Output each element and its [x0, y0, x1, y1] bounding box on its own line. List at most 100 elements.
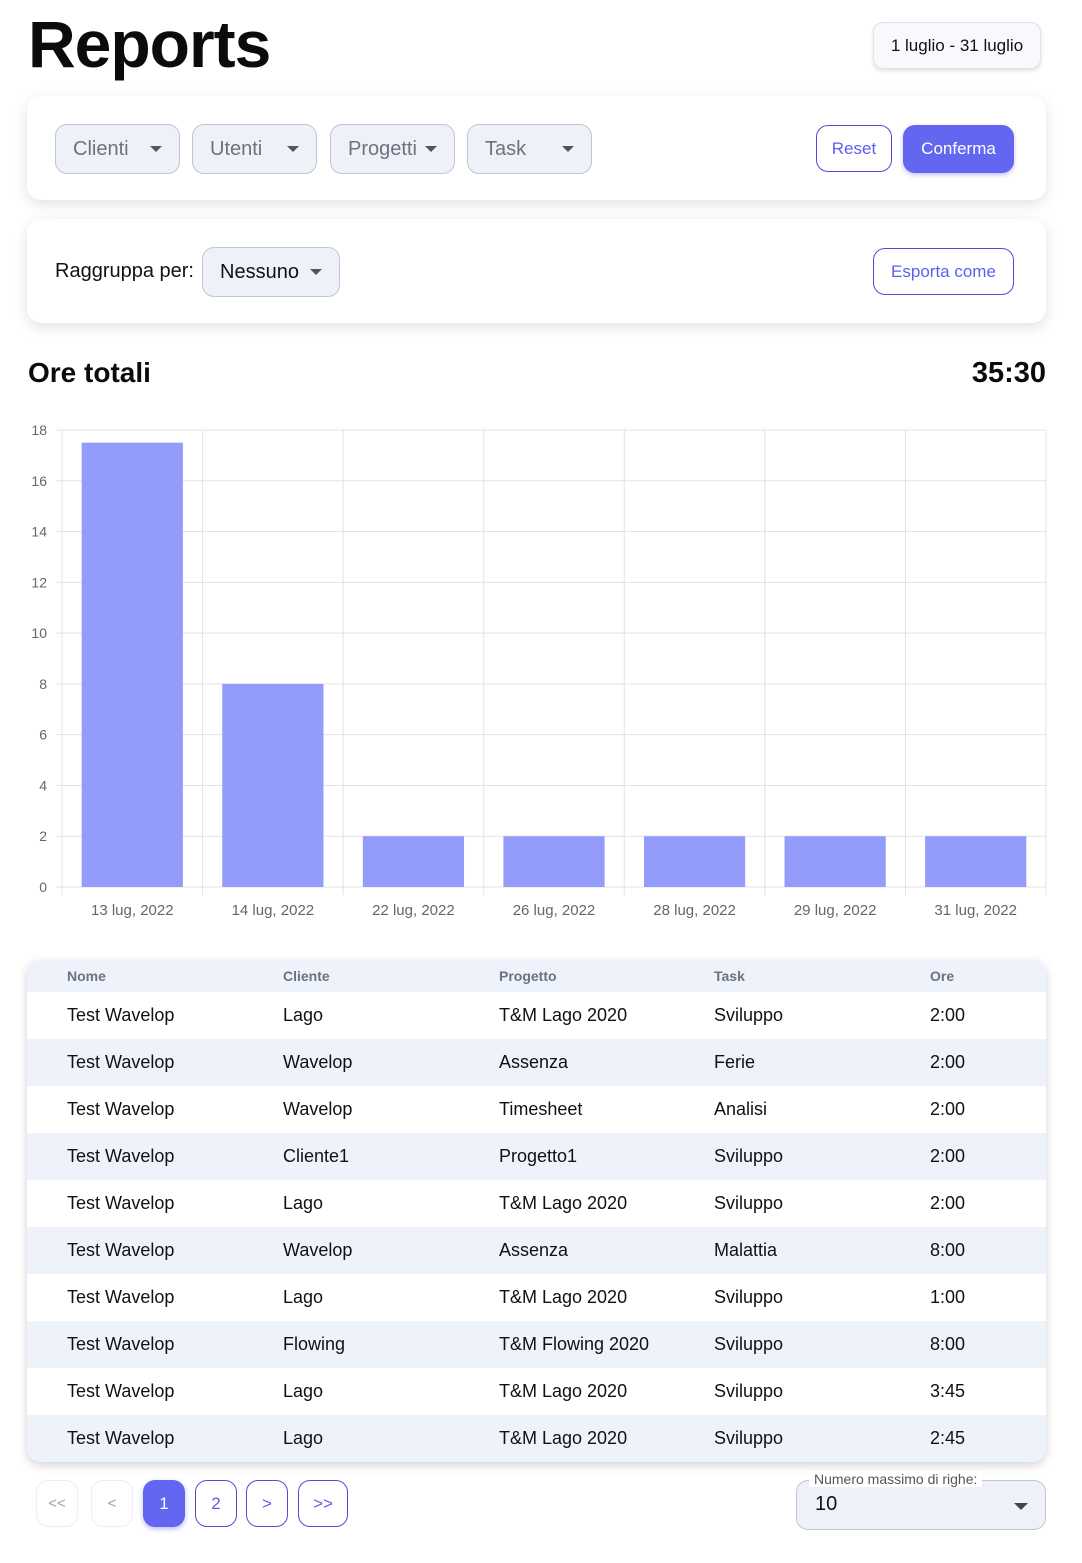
- filters-card: Clienti Utenti Progetti Task Reset Confe…: [27, 96, 1046, 200]
- group-by-value: Nessuno: [220, 260, 299, 283]
- cell-project: T&M Lago 2020: [499, 1381, 628, 1401]
- x-tick-label: 28 lug, 2022: [653, 902, 736, 919]
- cell-name: Test Wavelop: [67, 1287, 175, 1307]
- confirm-button[interactable]: Conferma: [903, 125, 1014, 173]
- cell-hours: 2:45: [930, 1428, 966, 1448]
- cell-name: Test Wavelop: [67, 1381, 175, 1401]
- column-header-name: Nome: [67, 968, 106, 984]
- x-tick-label: 31 lug, 2022: [934, 902, 1017, 919]
- cell-hours: 3:45: [930, 1381, 966, 1401]
- total-hours-value: 35:30: [971, 357, 1046, 389]
- cell-hours: 1:00: [930, 1287, 966, 1307]
- y-tick-label: 6: [39, 727, 47, 743]
- projects-dropdown-label: Progetti: [348, 137, 417, 160]
- x-tick-label: 14 lug, 2022: [232, 902, 315, 919]
- last-page-button[interactable]: >>: [298, 1480, 348, 1527]
- first-page-button[interactable]: <<: [36, 1480, 78, 1527]
- cell-project: Assenza: [499, 1052, 569, 1072]
- column-header-task: Task: [714, 968, 745, 984]
- chart-bar: [503, 836, 605, 887]
- cell-task: Sviluppo: [714, 1287, 784, 1307]
- chart-bar: [222, 683, 324, 887]
- task-dropdown-label: Task: [485, 137, 527, 160]
- cell-task: Sviluppo: [714, 1146, 784, 1166]
- hours-bar-chart: 0 2 4 6 8 10 12 14 16 18 13 lug, 2022 14 lug, 2022 2…: [31, 422, 1047, 919]
- cell-hours: 2:00: [930, 1099, 966, 1119]
- y-tick-label: 2: [39, 828, 47, 844]
- y-tick-label: 10: [31, 625, 47, 641]
- table-row: Test Wavelop Lago T&M Lago 2020 Sviluppo 2:0…: [27, 1180, 1046, 1227]
- table-row: Test Wavelop Wavelop Assenza Malattia 8:00: [27, 1227, 1046, 1274]
- y-tick-label: 18: [31, 422, 47, 438]
- x-tick-label: 29 lug, 2022: [794, 902, 877, 919]
- chevron-down-icon: [425, 146, 437, 152]
- x-tick-label: 22 lug, 2022: [372, 902, 455, 919]
- reset-button[interactable]: Reset: [816, 125, 892, 172]
- column-header-hours: Ore: [930, 968, 955, 984]
- cell-project: T&M Lago 2020: [499, 1428, 628, 1448]
- rows-per-page-label: Numero massimo di righe:: [809, 1471, 983, 1487]
- task-dropdown[interactable]: Task: [467, 124, 592, 174]
- users-dropdown-label: Utenti: [210, 137, 263, 160]
- page-2-button[interactable]: 2: [195, 1480, 237, 1527]
- cell-client: Flowing: [283, 1334, 346, 1354]
- cell-task: Ferie: [714, 1052, 756, 1072]
- column-header-project: Progetto: [499, 968, 557, 984]
- chart-bar: [784, 836, 886, 887]
- cell-name: Test Wavelop: [67, 1099, 175, 1119]
- cell-hours: 2:00: [930, 1052, 966, 1072]
- total-hours-title: Ore totali: [28, 357, 151, 388]
- clients-dropdown[interactable]: Clienti: [55, 124, 180, 174]
- cell-client: Lago: [283, 1005, 324, 1025]
- rows-per-page-select[interactable]: Numero massimo di righe: 10: [796, 1471, 1046, 1530]
- page-1-button[interactable]: 1: [143, 1480, 185, 1527]
- cell-client: Wavelop: [283, 1052, 353, 1072]
- prev-page-button[interactable]: <: [91, 1480, 133, 1527]
- cell-name: Test Wavelop: [67, 1334, 175, 1354]
- cell-client: Cliente1: [283, 1146, 350, 1166]
- chart-bar: [925, 836, 1027, 887]
- date-range-picker[interactable]: 1 luglio - 31 luglio: [873, 22, 1041, 69]
- cell-task: Analisi: [714, 1099, 768, 1119]
- group-by-dropdown[interactable]: Nessuno: [202, 247, 340, 297]
- table-row: Test Wavelop Lago T&M Lago 2020 Sviluppo 2:4…: [27, 1415, 1046, 1462]
- y-tick-label: 16: [31, 473, 47, 489]
- projects-dropdown[interactable]: Progetti: [330, 124, 455, 174]
- cell-client: Lago: [283, 1193, 324, 1213]
- cell-client: Lago: [283, 1381, 324, 1401]
- y-tick-label: 8: [39, 676, 47, 692]
- cell-project: Progetto1: [499, 1146, 578, 1166]
- cell-task: Sviluppo: [714, 1334, 784, 1354]
- y-tick-label: 12: [31, 574, 47, 590]
- y-tick-label: 4: [39, 777, 47, 793]
- table-header: Nome Cliente Progetto Task Ore: [27, 960, 1046, 992]
- clients-dropdown-label: Clienti: [73, 137, 129, 160]
- column-header-client: Cliente: [283, 968, 330, 984]
- cell-project: Assenza: [499, 1240, 569, 1260]
- cell-name: Test Wavelop: [67, 1146, 175, 1166]
- y-tick-label: 0: [39, 879, 47, 895]
- y-tick-label: 14: [31, 524, 47, 540]
- cell-name: Test Wavelop: [67, 1193, 175, 1213]
- chart-bar: [81, 442, 183, 887]
- cell-hours: 2:00: [930, 1005, 966, 1025]
- next-page-button[interactable]: >: [246, 1480, 288, 1527]
- cell-name: Test Wavelop: [67, 1240, 175, 1260]
- table-row: Test Wavelop Lago T&M Lago 2020 Sviluppo 3:4…: [27, 1368, 1046, 1415]
- cell-name: Test Wavelop: [67, 1052, 175, 1072]
- cell-project: Timesheet: [499, 1099, 583, 1119]
- export-button[interactable]: Esporta come: [873, 248, 1014, 295]
- table-row: Test Wavelop Flowing T&M Flowing 2020 Svilu…: [27, 1321, 1046, 1368]
- cell-project: T&M Lago 2020: [499, 1287, 628, 1307]
- table-row: Test Wavelop Lago T&M Lago 2020 Sviluppo 2:0…: [27, 992, 1046, 1039]
- chevron-down-icon: [310, 269, 322, 275]
- cell-hours: 2:00: [930, 1146, 966, 1166]
- users-dropdown[interactable]: Utenti: [192, 124, 317, 174]
- cell-name: Test Wavelop: [67, 1005, 175, 1025]
- table-row: Test Wavelop Lago T&M Lago 2020 Sviluppo 1:0…: [27, 1274, 1046, 1321]
- grouping-card: Raggruppa per: Nessuno Esporta come: [27, 219, 1046, 323]
- cell-client: Wavelop: [283, 1099, 353, 1119]
- cell-hours: 8:00: [930, 1240, 966, 1260]
- chart-bar: [643, 836, 746, 887]
- cell-project: T&M Lago 2020: [499, 1193, 628, 1213]
